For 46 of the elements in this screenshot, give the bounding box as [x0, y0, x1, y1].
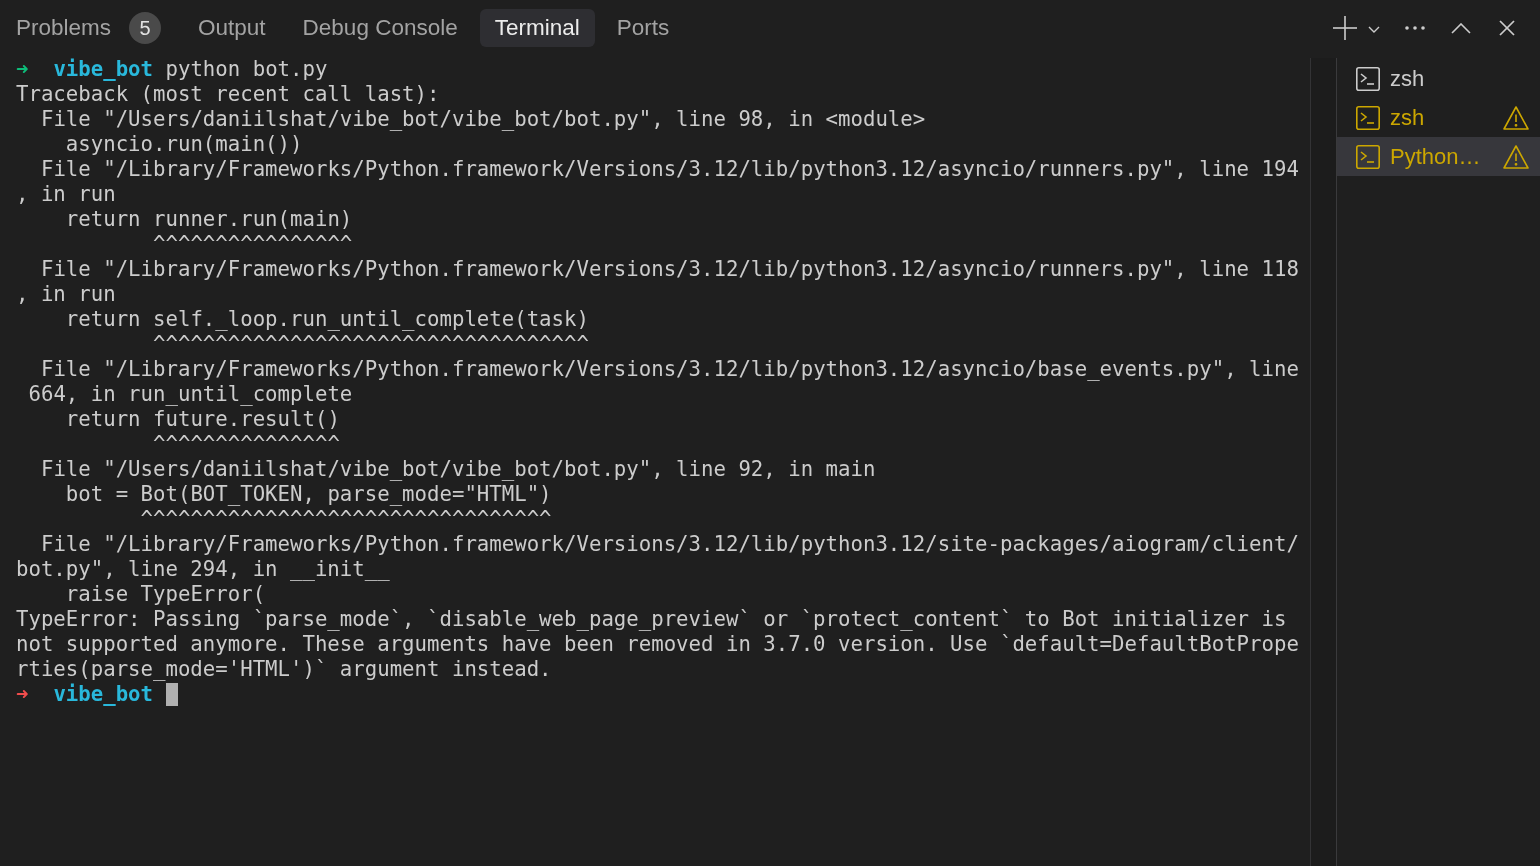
chevron-up-icon[interactable]: [1451, 22, 1471, 34]
close-icon[interactable]: [1499, 20, 1515, 36]
output-line: bot = Bot(BOT_TOKEN, parse_mode="HTML"): [65, 482, 552, 506]
plus-icon[interactable]: [1333, 16, 1357, 40]
panel-tab[interactable]: Problems 5: [1, 9, 177, 47]
count-badge: 5: [129, 12, 162, 44]
panel-tab[interactable]: Terminal: [479, 9, 595, 47]
output-line: File "/Users/daniilshat/vibe_bot/vibe_bot/bot.py", line 92, in main: [40, 457, 876, 481]
terminal-icon: [1356, 66, 1380, 91]
output-line: return runner.run(main): [65, 207, 353, 231]
output-line: return self._loop.run_until_complete(task): [65, 307, 589, 331]
panel-tab[interactable]: Debug Console: [287, 9, 473, 47]
output-line: , in run: [16, 182, 116, 206]
output-line: File "/Library/Frameworks/Python.framework/Versions/3.12/lib/python3.12/asyncio/runners.py", line 194: [40, 157, 1299, 181]
error-marker: ^^^^^^^^^^^^^^^^^^^^^^^^^^^^^^^^^^^: [153, 332, 589, 356]
output-line: asyncio.run(main()): [65, 132, 303, 156]
output-line: not supported anymore. These arguments have been removed in 3.7.0 version. Use `default=DefaultBotPrope: [16, 632, 1299, 656]
command-text: python bot.py: [165, 57, 328, 81]
output-line: Traceback (most recent call last):: [16, 82, 440, 106]
terminal-list-item[interactable]: zsh: [1337, 59, 1540, 98]
output-line: rties(parse_mode='HTML')` argument instead.: [16, 657, 552, 681]
terminal-list-item[interactable]: zsh: [1337, 98, 1540, 137]
prompt-arrow: ➜: [16, 682, 29, 706]
panel-tab[interactable]: Output: [183, 9, 281, 47]
terminal-list-item[interactable]: Python…: [1337, 137, 1540, 176]
terminal-icon: [1356, 144, 1380, 169]
output-line: File "/Library/Frameworks/Python.framework/Versions/3.12/lib/python3.12/asyncio/base_events.py", line: [40, 357, 1299, 381]
prompt-arrow: ➜: [16, 57, 29, 81]
output-line: bot.py", line 294, in __init__: [16, 557, 390, 581]
terminal-icon: [1356, 105, 1380, 130]
output-line: File "/Library/Frameworks/Python.framework/Versions/3.12/lib/python3.12/site-packages/aiogram/client/: [40, 532, 1299, 556]
panel-tab[interactable]: Ports: [601, 9, 685, 47]
prompt-directory: vibe_bot: [53, 682, 154, 706]
output-line: File "/Users/daniilshat/vibe_bot/vibe_bot/bot.py", line 98, in <module>: [40, 107, 926, 131]
error-marker: ^^^^^^^^^^^^^^^^^^^^^^^^^^^^^^^^^: [140, 507, 552, 531]
output-line: return future.result(): [65, 407, 340, 431]
error-marker: ^^^^^^^^^^^^^^^: [153, 432, 340, 456]
prompt-directory: vibe_bot: [53, 57, 154, 81]
error-marker: ^^^^^^^^^^^^^^^^: [153, 232, 353, 256]
chevron-down-icon[interactable]: [1368, 26, 1380, 33]
output-line: File "/Library/Frameworks/Python.framework/Versions/3.12/lib/python3.12/asyncio/runners.py", line 118: [40, 257, 1299, 281]
output-line: TypeError: Passing `parse_mode`, `disable_web_page_preview` or `protect_content` to Bot initializer is: [16, 607, 1287, 631]
output-line: 664, in run_until_complete: [28, 382, 353, 406]
output-line: raise TypeError(: [65, 582, 266, 606]
more-icon[interactable]: [1405, 26, 1425, 30]
output-line: , in run: [16, 282, 116, 306]
